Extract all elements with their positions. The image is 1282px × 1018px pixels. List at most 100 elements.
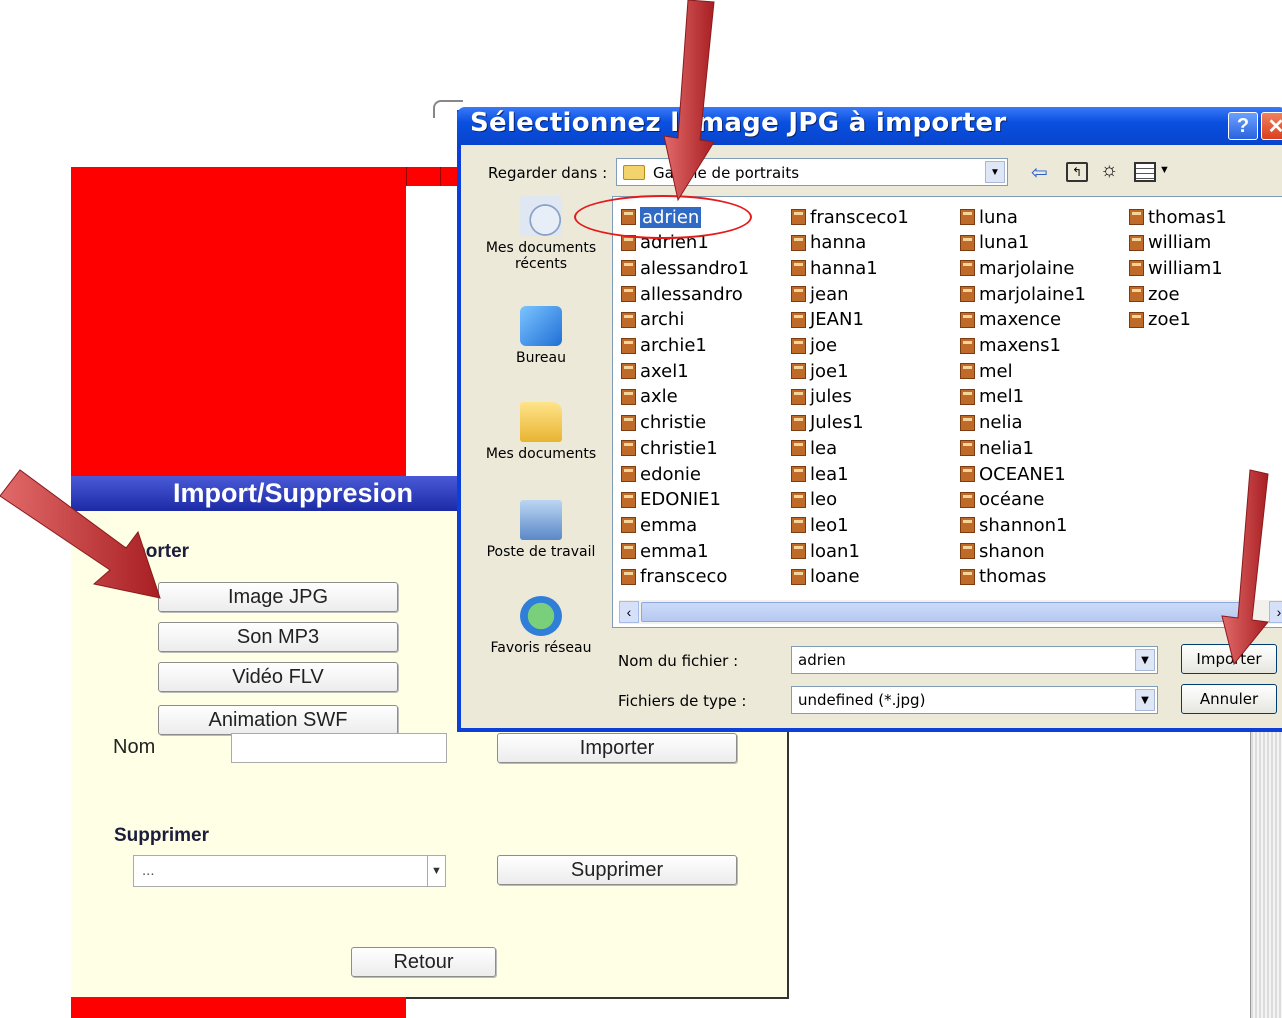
import-swf-button[interactable]: Animation SWF [158, 705, 398, 735]
open-button[interactable]: Importer [1181, 644, 1277, 674]
file-item[interactable]: marjolaine [960, 255, 1075, 281]
file-item[interactable]: shanon [960, 538, 1045, 564]
file-name: lea1 [810, 463, 849, 485]
file-item[interactable]: luna1 [960, 230, 1029, 256]
up-folder-icon[interactable]: ↰ [1066, 162, 1088, 182]
file-name: archi [640, 309, 685, 331]
chevron-down-icon[interactable]: ▼ [427, 856, 445, 886]
file-item[interactable]: zoe1 [1129, 307, 1191, 333]
file-item[interactable]: maxens1 [960, 333, 1061, 359]
file-item[interactable]: zoe [1129, 281, 1180, 307]
place-network[interactable]: Favoris réseau [478, 596, 604, 656]
back-button[interactable]: Retour [351, 947, 496, 977]
file-name: maxence [979, 309, 1062, 331]
chevron-down-icon[interactable]: ▼ [1135, 649, 1155, 671]
scroll-left-icon[interactable]: ‹ [619, 601, 639, 623]
file-item[interactable]: leo1 [791, 512, 849, 538]
file-item[interactable]: JEAN1 [791, 307, 864, 333]
file-item[interactable]: jules [791, 384, 852, 410]
file-item[interactable]: edonie [621, 461, 701, 487]
file-name: zoe [1148, 283, 1180, 305]
background-window-edge [1250, 705, 1282, 1018]
file-item[interactable]: océane [960, 487, 1045, 513]
chevron-down-icon[interactable]: ▼ [1159, 164, 1170, 176]
jpg-file-icon [791, 388, 806, 405]
file-list[interactable]: adrien adrien1 alessandro1 allessandro archi… [612, 196, 1282, 628]
scrollbar-thumb[interactable] [641, 602, 1241, 622]
jpg-file-icon [1129, 209, 1144, 225]
file-item[interactable]: nelia [960, 410, 1023, 436]
file-item[interactable]: axle [621, 384, 678, 410]
file-item[interactable]: mel [960, 358, 1013, 384]
file-item[interactable]: thomas1 [1129, 204, 1227, 230]
filetype-select[interactable]: undefined (*.jpg) ▼ [791, 686, 1158, 714]
file-item[interactable]: archi [621, 307, 684, 333]
filename-value: adrien [798, 651, 846, 669]
file-item[interactable]: leo [791, 487, 837, 513]
back-arrow-icon[interactable]: ⇦ [1031, 160, 1048, 185]
file-item[interactable]: thomas [960, 564, 1046, 590]
file-item[interactable]: fransceco [621, 564, 727, 590]
place-my-computer[interactable]: Poste de travail [478, 500, 604, 560]
file-item[interactable]: jean [791, 281, 849, 307]
import-button[interactable]: Importer [497, 733, 737, 763]
file-item[interactable]: OCEANE1 [960, 461, 1066, 487]
help-icon[interactable]: ? [1228, 112, 1258, 140]
import-mp3-button[interactable]: Son MP3 [158, 622, 398, 652]
cancel-button[interactable]: Annuler [1181, 684, 1277, 714]
file-item[interactable]: marjolaine1 [960, 281, 1086, 307]
file-item[interactable]: allessandro [621, 281, 743, 307]
scroll-right-icon[interactable]: › [1269, 601, 1282, 623]
file-item[interactable]: mel1 [960, 384, 1024, 410]
view-menu-icon[interactable] [1134, 162, 1156, 182]
file-item[interactable]: emma [621, 512, 697, 538]
import-flv-button[interactable]: Vidéo FLV [158, 662, 398, 692]
file-item[interactable]: nelia1 [960, 435, 1034, 461]
file-item[interactable]: christie1 [621, 435, 718, 461]
file-item[interactable]: hanna [791, 230, 866, 256]
chevron-down-icon[interactable]: ▼ [985, 161, 1005, 183]
file-item[interactable]: joe1 [791, 358, 849, 384]
file-item[interactable]: luna [960, 204, 1018, 230]
desktop-icon [520, 306, 562, 346]
look-in-select[interactable]: Galerie de portraits ▼ [616, 158, 1008, 186]
file-item[interactable]: joe [791, 333, 837, 359]
file-item[interactable]: william1 [1129, 255, 1223, 281]
file-item[interactable]: alessandro1 [621, 255, 749, 281]
import-jpg-button[interactable]: Image JPG [158, 582, 398, 612]
jpg-file-icon [791, 543, 806, 560]
delete-select[interactable]: ... ▼ [133, 855, 446, 887]
delete-button[interactable]: Supprimer [497, 855, 737, 885]
file-name: axle [640, 386, 678, 408]
file-item[interactable]: lea [791, 435, 837, 461]
new-folder-icon[interactable]: ☼ [1100, 159, 1118, 182]
file-item[interactable]: axel1 [621, 358, 689, 384]
file-item[interactable]: emma1 [621, 538, 709, 564]
file-item[interactable]: loan1 [791, 538, 860, 564]
horizontal-scrollbar[interactable]: ‹ › [619, 600, 1282, 624]
file-item[interactable]: fransceco1 [791, 204, 909, 230]
file-item[interactable]: loane [791, 564, 860, 590]
jpg-file-icon [621, 286, 636, 303]
file-item[interactable]: shannon1 [960, 512, 1068, 538]
file-item[interactable]: Jules1 [791, 410, 864, 436]
file-item[interactable]: lea1 [791, 461, 849, 487]
file-name: luna [979, 206, 1018, 228]
close-icon[interactable]: ✕ [1261, 112, 1282, 140]
file-item[interactable]: archie1 [621, 333, 707, 359]
file-name: loane [810, 566, 860, 588]
file-item[interactable]: christie [621, 410, 706, 436]
file-item[interactable]: maxence [960, 307, 1061, 333]
name-input[interactable] [231, 733, 447, 763]
chevron-down-icon[interactable]: ▼ [1135, 689, 1155, 711]
file-name: joe [810, 335, 838, 356]
jpg-file-icon [791, 491, 806, 508]
jpg-file-icon [791, 286, 806, 303]
file-item[interactable]: EDONIE1 [621, 487, 721, 513]
file-item[interactable]: william [1129, 230, 1211, 256]
jpg-file-icon [621, 568, 636, 585]
place-desktop[interactable]: Bureau [478, 306, 604, 366]
file-item[interactable]: hanna1 [791, 255, 878, 281]
filename-input[interactable]: adrien ▼ [791, 646, 1158, 674]
place-my-documents[interactable]: Mes documents [478, 402, 604, 462]
